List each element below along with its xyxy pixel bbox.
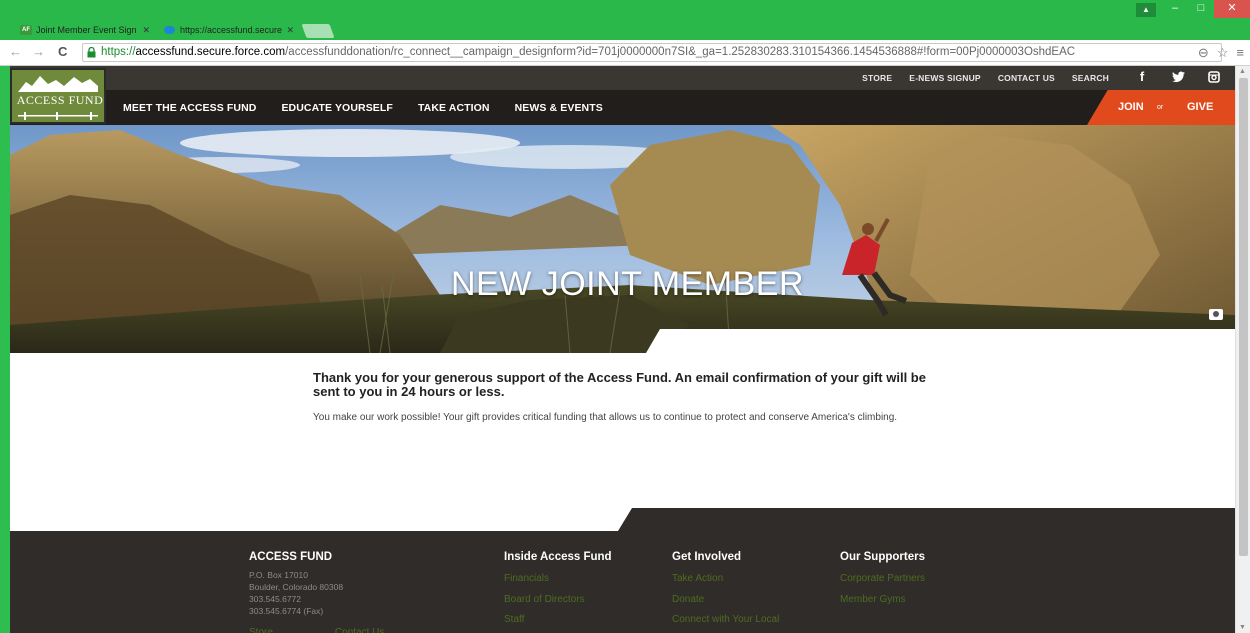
- back-icon[interactable]: ←: [9, 44, 22, 59]
- hero-banner: NEW JOINT MEMBER: [10, 125, 1235, 353]
- logo-fence-icon: [18, 112, 98, 120]
- or-separator: or: [1157, 104, 1164, 111]
- forward-icon[interactable]: →: [32, 44, 45, 59]
- address-bar[interactable]: https://accessfund.secure.force.com/acce…: [82, 43, 1222, 62]
- url-host: accessfund.secure.force.com: [135, 46, 286, 58]
- window-controls: ▲ – □ ✕: [1136, 0, 1250, 20]
- footer-link-connect-local[interactable]: Connect with Your Local: [672, 610, 779, 631]
- logo-mountains-icon: [18, 76, 98, 92]
- nav-search[interactable]: SEARCH: [1072, 73, 1109, 83]
- nav-take-action[interactable]: TAKE ACTION: [418, 102, 490, 114]
- logo-text: ACCESS FUND: [16, 93, 104, 107]
- browser-tab-event-signup[interactable]: AF Joint Member Event Sign ✕: [10, 20, 160, 40]
- thank-you-heading: Thank you for your generous support of t…: [313, 370, 926, 399]
- access-fund-logo[interactable]: ACCESS FUND: [10, 68, 106, 124]
- main-nav: MEET THE ACCESS FUND EDUCATE YOURSELF TA…: [123, 90, 603, 125]
- confirmation-message: Thank you for your generous support of t…: [313, 371, 953, 429]
- web-page: ACCESS FUND STORE E-NEWS SIGNUP CONTACT …: [10, 66, 1235, 633]
- footer-po-box: P.O. Box 17010: [249, 570, 308, 580]
- hero-title: NEW JOINT MEMBER: [450, 265, 805, 303]
- window-close-icon[interactable]: ✕: [1214, 0, 1250, 18]
- join-button[interactable]: JOIN: [1118, 101, 1144, 113]
- footer-link-take-action[interactable]: Take Action: [672, 569, 779, 590]
- footer-fax: 303.545.6774 (Fax): [249, 606, 324, 616]
- social-links: f: [1135, 69, 1221, 86]
- footer-column-title: Inside Access Fund: [504, 551, 612, 563]
- tab-title: https://accessfund.secure: [180, 25, 283, 35]
- footer-org-title: ACCESS FUND: [249, 551, 333, 563]
- url-path: /accessfunddonation/rc_connect__campaign…: [285, 46, 1076, 58]
- footer-link-store[interactable]: Store: [249, 623, 273, 633]
- reload-icon[interactable]: C: [58, 44, 67, 59]
- thank-you-body: You make our work possible! Your gift pr…: [313, 412, 898, 423]
- footer-org-column: ACCESS FUND P.O. Box 17010 Boulder, Colo…: [249, 551, 384, 633]
- footer-link-donate[interactable]: Donate: [672, 590, 779, 611]
- page-scrollbar[interactable]: ▲ ▼: [1235, 66, 1250, 633]
- nav-contact-us[interactable]: CONTACT US: [998, 73, 1055, 83]
- nav-meet-the-access-fund[interactable]: MEET THE ACCESS FUND: [123, 102, 256, 114]
- favicon-icon: AF: [20, 25, 32, 35]
- salesforce-cloud-icon: [164, 26, 175, 34]
- scroll-up-icon[interactable]: ▲: [1239, 68, 1246, 75]
- maximize-icon[interactable]: □: [1188, 0, 1214, 18]
- tab-close-icon[interactable]: ✕: [286, 20, 294, 40]
- browser-toolbar: ← → C https://accessfund.secure.force.co…: [0, 40, 1250, 66]
- lock-icon: [87, 47, 96, 58]
- scroll-down-icon[interactable]: ▼: [1239, 624, 1246, 631]
- footer-column-inside: Inside Access Fund Financials Board of D…: [504, 551, 612, 631]
- nav-enews-signup[interactable]: E-NEWS SIGNUP: [909, 73, 981, 83]
- menu-icon[interactable]: ≡: [1236, 45, 1244, 61]
- user-profile-icon[interactable]: ▲: [1136, 3, 1156, 17]
- browser-tab-donation[interactable]: https://accessfund.secure ✕: [154, 20, 304, 40]
- bookmark-star-icon[interactable]: ☆: [1217, 45, 1229, 61]
- tab-close-icon[interactable]: ✕: [142, 20, 150, 40]
- hero-photo: [10, 125, 1235, 353]
- instagram-icon[interactable]: [1207, 69, 1221, 86]
- tab-strip: AF Joint Member Event Sign ✕ https://acc…: [10, 18, 335, 40]
- utility-nav: STORE E-NEWS SIGNUP CONTACT US SEARCH: [862, 66, 1109, 90]
- new-tab-button[interactable]: [301, 24, 335, 38]
- toolbar-icons: ⊖ ☆ ≡: [1198, 45, 1244, 61]
- footer-phone: 303.545.6772: [249, 594, 301, 604]
- facebook-icon[interactable]: f: [1135, 69, 1149, 86]
- browser-chrome: AF Joint Member Event Sign ✕ https://acc…: [0, 0, 1250, 66]
- scrollbar-thumb[interactable]: [1239, 78, 1248, 556]
- nav-educate-yourself[interactable]: EDUCATE YOURSELF: [281, 102, 392, 114]
- camera-icon[interactable]: [1209, 309, 1223, 320]
- footer-column-title: Get Involved: [672, 551, 742, 563]
- nav-news-events[interactable]: NEWS & EVENTS: [515, 102, 603, 114]
- footer-column-get-involved: Get Involved Take Action Donate Connect …: [672, 551, 779, 631]
- footer-link-corporate-partners[interactable]: Corporate Partners: [840, 569, 925, 590]
- zoom-icon[interactable]: ⊖: [1198, 45, 1209, 61]
- url-scheme: https://: [101, 46, 136, 58]
- footer-column-supporters: Our Supporters Corporate Partners Member…: [840, 551, 925, 610]
- nav-store[interactable]: STORE: [862, 73, 892, 83]
- join-give-bar: JOIN or GIVE: [1087, 90, 1235, 125]
- give-button[interactable]: GIVE: [1187, 101, 1213, 113]
- footer-city: Boulder, Colorado 80308: [249, 582, 344, 592]
- footer-link-contact-us[interactable]: Contact Us: [335, 623, 384, 633]
- footer-column-title: Our Supporters: [840, 551, 925, 563]
- site-footer: ACCESS FUND P.O. Box 17010 Boulder, Colo…: [10, 508, 1235, 633]
- footer-link-board-of-directors[interactable]: Board of Directors: [504, 590, 612, 611]
- tab-title: Joint Member Event Sign: [36, 25, 137, 35]
- minimize-icon[interactable]: –: [1162, 0, 1188, 18]
- footer-link-member-gyms[interactable]: Member Gyms: [840, 590, 925, 611]
- footer-link-financials[interactable]: Financials: [504, 569, 612, 590]
- footer-link-staff[interactable]: Staff: [504, 610, 612, 631]
- twitter-icon[interactable]: [1171, 69, 1185, 86]
